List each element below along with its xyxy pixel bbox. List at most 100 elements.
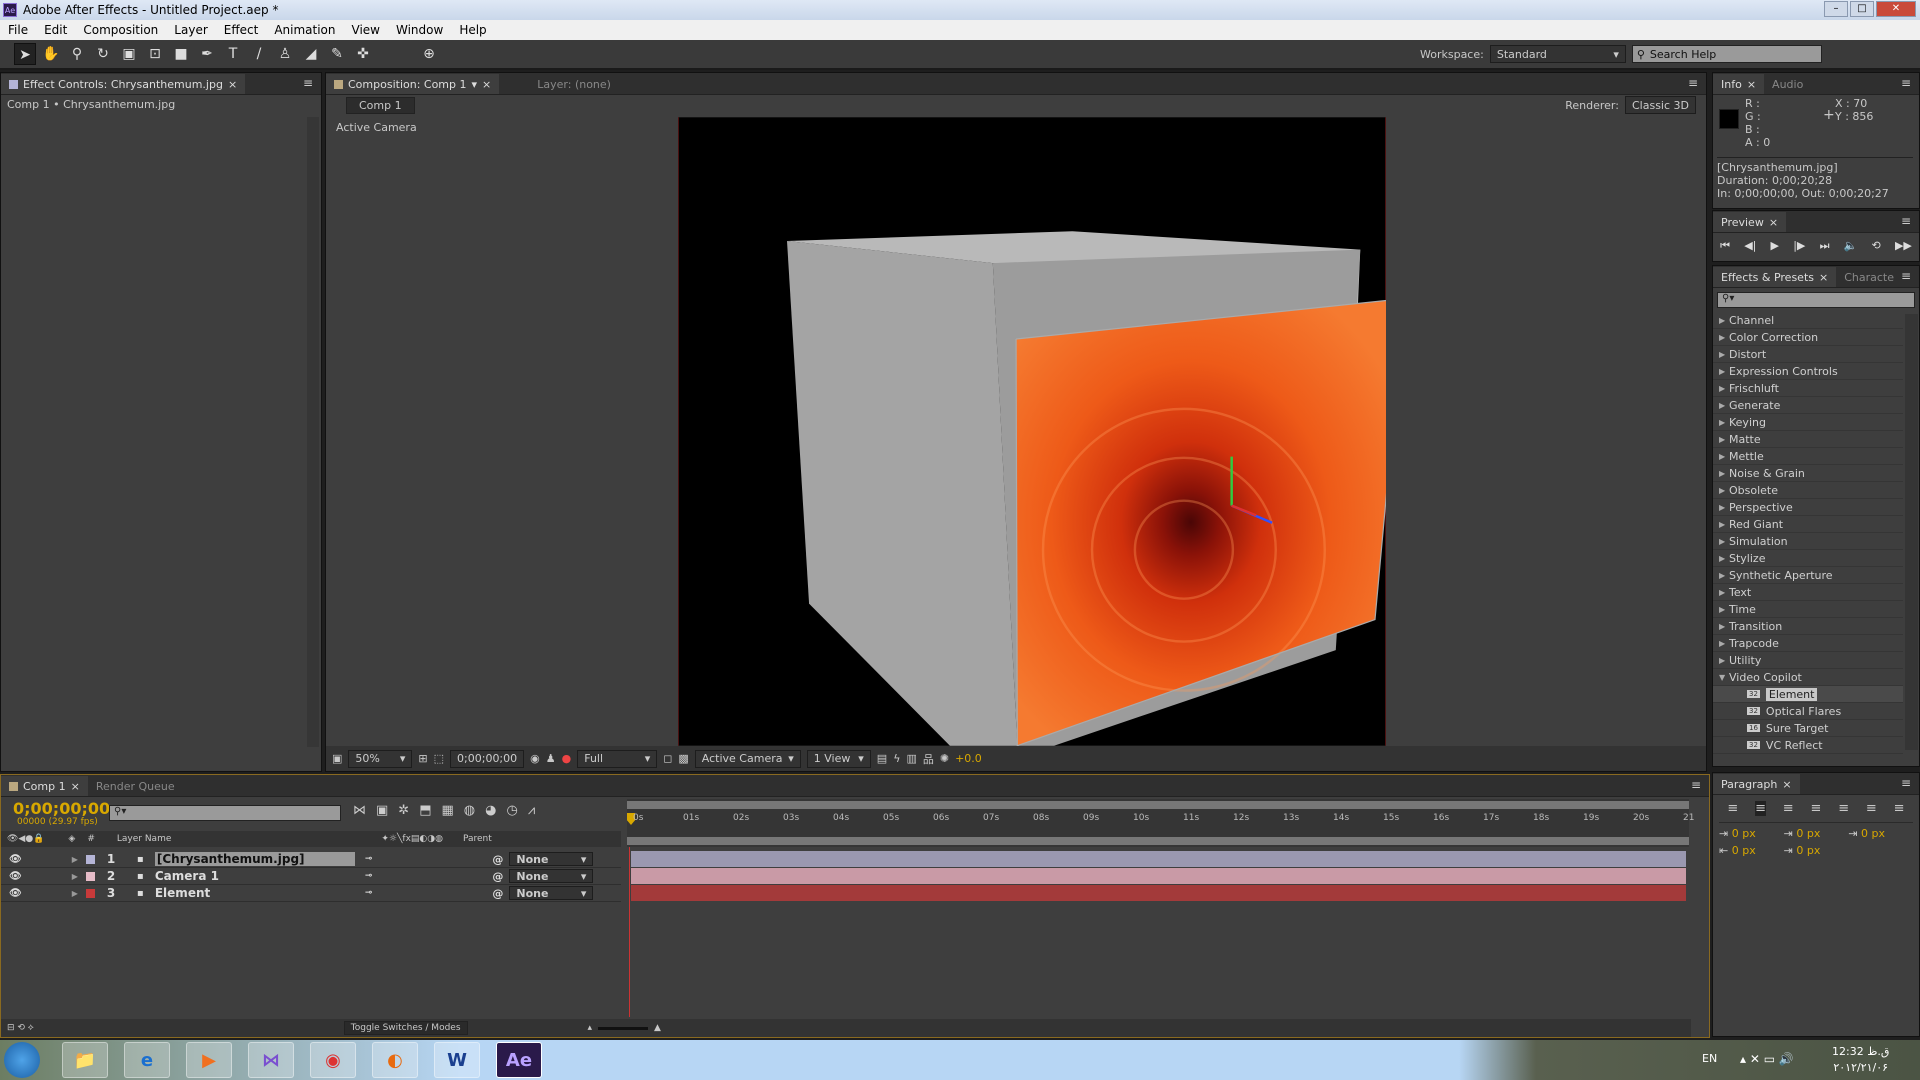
hide-shy-icon[interactable]: ✲ [398,803,409,818]
pick-whip-icon[interactable]: @ [492,853,503,866]
brush-tool-icon[interactable]: / [248,43,270,65]
motion-blur-icon[interactable]: ▦ [442,803,454,818]
effect-category[interactable]: ▶ Frischluft [1713,380,1903,397]
layer-row[interactable]: 👁 ▶ 3 ▪ Element ⊸ @ None ▾ [1,885,621,902]
clock-time[interactable]: 12:32 ق.ظ [1832,1044,1889,1060]
composition-mini-flowchart-icon[interactable]: ⋈ [353,803,366,818]
mask-icon[interactable]: ⬚ [434,752,444,765]
exposure-icon[interactable]: ✺ [940,752,949,765]
expand-triangle-icon[interactable]: ▶ [72,855,78,864]
close-icon[interactable]: × [1769,216,1778,229]
maximize-button[interactable]: □ [1850,1,1874,17]
justify-all-icon[interactable]: ≡ [1894,801,1905,816]
effect-category[interactable]: ▶ Color Correction [1713,329,1903,346]
brainstorm-icon[interactable]: ◕ [485,803,496,818]
expand-triangle-icon[interactable]: ▶ [72,889,78,898]
effect-category[interactable]: ▶ Simulation [1713,533,1903,550]
menu-file[interactable]: File [0,23,36,37]
close-icon[interactable]: × [1782,778,1791,791]
indent-first-field[interactable]: ⇥ 0 px [1848,827,1913,840]
taskbar-explorer-icon[interactable]: 📁 [62,1042,108,1078]
layer-label-color[interactable] [85,888,95,898]
graph-editor-toggle-icon[interactable]: ◍ [464,803,475,818]
tab-composition[interactable]: Composition: Comp 1 ▾ × [326,74,500,94]
effect-category[interactable]: ▶ Utility [1713,652,1903,669]
effect-category[interactable]: ▶ Perspective [1713,499,1903,516]
expand-triangle-icon[interactable]: ▶ [1719,605,1729,614]
effect-item[interactable]: 32 Element [1713,686,1903,703]
zoom-out-icon[interactable]: ▴ [588,1023,593,1033]
taskbar-word-icon[interactable]: W [434,1042,480,1078]
effects-search-input[interactable]: ⚲▾ [1717,292,1915,308]
tab-effects-presets[interactable]: Effects & Presets × [1713,267,1837,287]
language-indicator[interactable]: EN [1702,1052,1717,1065]
layer-duration-bar[interactable] [631,885,1686,901]
shy-switch-icon[interactable]: ⊸ [365,871,373,881]
pen-tool-icon[interactable]: ✒ [196,43,218,65]
frame-blending-icon[interactable]: ⬒ [419,803,431,818]
next-frame-icon[interactable]: |▶ [1793,239,1805,253]
pick-whip-icon[interactable]: @ [492,887,503,900]
search-help-input[interactable]: ⚲ Search Help [1631,45,1822,63]
space-after-field[interactable]: ⇥ 0 px [1784,844,1849,857]
expand-triangle-icon[interactable]: ▶ [1719,384,1729,393]
expand-triangle-icon[interactable]: ▶ [1719,588,1729,597]
current-time-indicator[interactable] [629,847,630,1017]
rotate-tool-icon[interactable]: ↻ [92,43,114,65]
layer-search-input[interactable]: ⚲▾ [109,805,341,821]
indent-left-field[interactable]: ⇥ 0 px [1719,827,1784,840]
prev-frame-icon[interactable]: ◀| [1744,239,1756,253]
camera-dropdown[interactable]: Active Camera ▾ [694,749,801,768]
scrollbar[interactable] [1905,314,1918,750]
resolution-dropdown[interactable]: Full ▾ [577,749,658,768]
expand-triangle-icon[interactable]: ▶ [1719,350,1729,359]
effect-category[interactable]: ▶ Time [1713,601,1903,618]
loop-icon[interactable]: ⟲ [1872,239,1881,253]
region-icon[interactable]: ▣ [332,752,342,765]
effect-category[interactable]: ▶ Stylize [1713,550,1903,567]
expand-triangle-icon[interactable]: ▶ [1719,503,1729,512]
effect-category[interactable]: ▶ Expression Controls [1713,363,1903,380]
selection-tool-icon[interactable]: ➤ [14,43,36,65]
close-button[interactable]: ✕ [1876,1,1916,17]
tab-layer[interactable]: Layer: (none) [529,74,619,94]
layer-duration-bar[interactable] [631,868,1686,884]
scrollbar[interactable] [307,117,319,747]
minimize-button[interactable]: – [1824,1,1848,17]
visibility-eye-icon[interactable]: 👁 [9,854,22,865]
camera-tool-icon[interactable]: ▣ [118,43,140,65]
exposure-value[interactable]: +0.0 [955,752,982,765]
zoom-tool-icon[interactable]: ⚲ [66,43,88,65]
expand-triangle-icon[interactable]: ▶ [1719,435,1729,444]
panel-menu-icon[interactable]: ≡ [1688,76,1698,90]
expand-triangle-icon[interactable]: ▶ [1719,333,1729,342]
zoom-slider[interactable] [598,1026,649,1030]
work-area-bar[interactable] [627,801,1689,809]
effect-category[interactable]: ▶ Mettle [1713,448,1903,465]
expand-triangle-icon[interactable]: ▶ [1719,469,1729,478]
expand-triangle-icon[interactable]: ▶ [1719,520,1729,529]
puppet-pin-tool-icon[interactable]: ✜ [352,43,374,65]
menu-help[interactable]: Help [451,23,494,37]
space-before-field[interactable]: ⇥ 0 px [1784,827,1849,840]
panel-menu-icon[interactable]: ≡ [303,76,313,90]
effect-category[interactable]: ▶ Transition [1713,618,1903,635]
collapse-triangle-icon[interactable]: ▼ [1719,673,1729,682]
align-center-icon[interactable]: ≡ [1755,801,1766,816]
effect-item[interactable]: 32 Optical Flares [1713,703,1903,720]
tab-character[interactable]: Characte [1836,267,1902,287]
tab-info[interactable]: Info × [1713,74,1765,94]
menu-composition[interactable]: Composition [75,23,166,37]
transparency-grid-icon[interactable]: ▩ [678,752,688,765]
layer-row[interactable]: 👁 ▶ 1 ▪ [Chrysanthemum.jpg] ⊸ @ None ▾ [1,851,621,868]
align-left-icon[interactable]: ≡ [1727,801,1738,816]
type-tool-icon[interactable]: T [222,43,244,65]
taskbar-after-effects-icon[interactable]: Ae [496,1042,542,1078]
expand-triangle-icon[interactable]: ▶ [1719,452,1729,461]
first-frame-icon[interactable]: ⏮ [1720,239,1730,253]
clock-date[interactable]: ۲۰۱۲/۲۱/۰۶ [1832,1060,1889,1076]
indent-right-field[interactable]: ⇤ 0 px [1719,844,1784,857]
menu-window[interactable]: Window [388,23,451,37]
expand-triangle-icon[interactable]: ▶ [72,872,78,881]
effect-item[interactable]: 16 Sure Target [1713,720,1903,737]
